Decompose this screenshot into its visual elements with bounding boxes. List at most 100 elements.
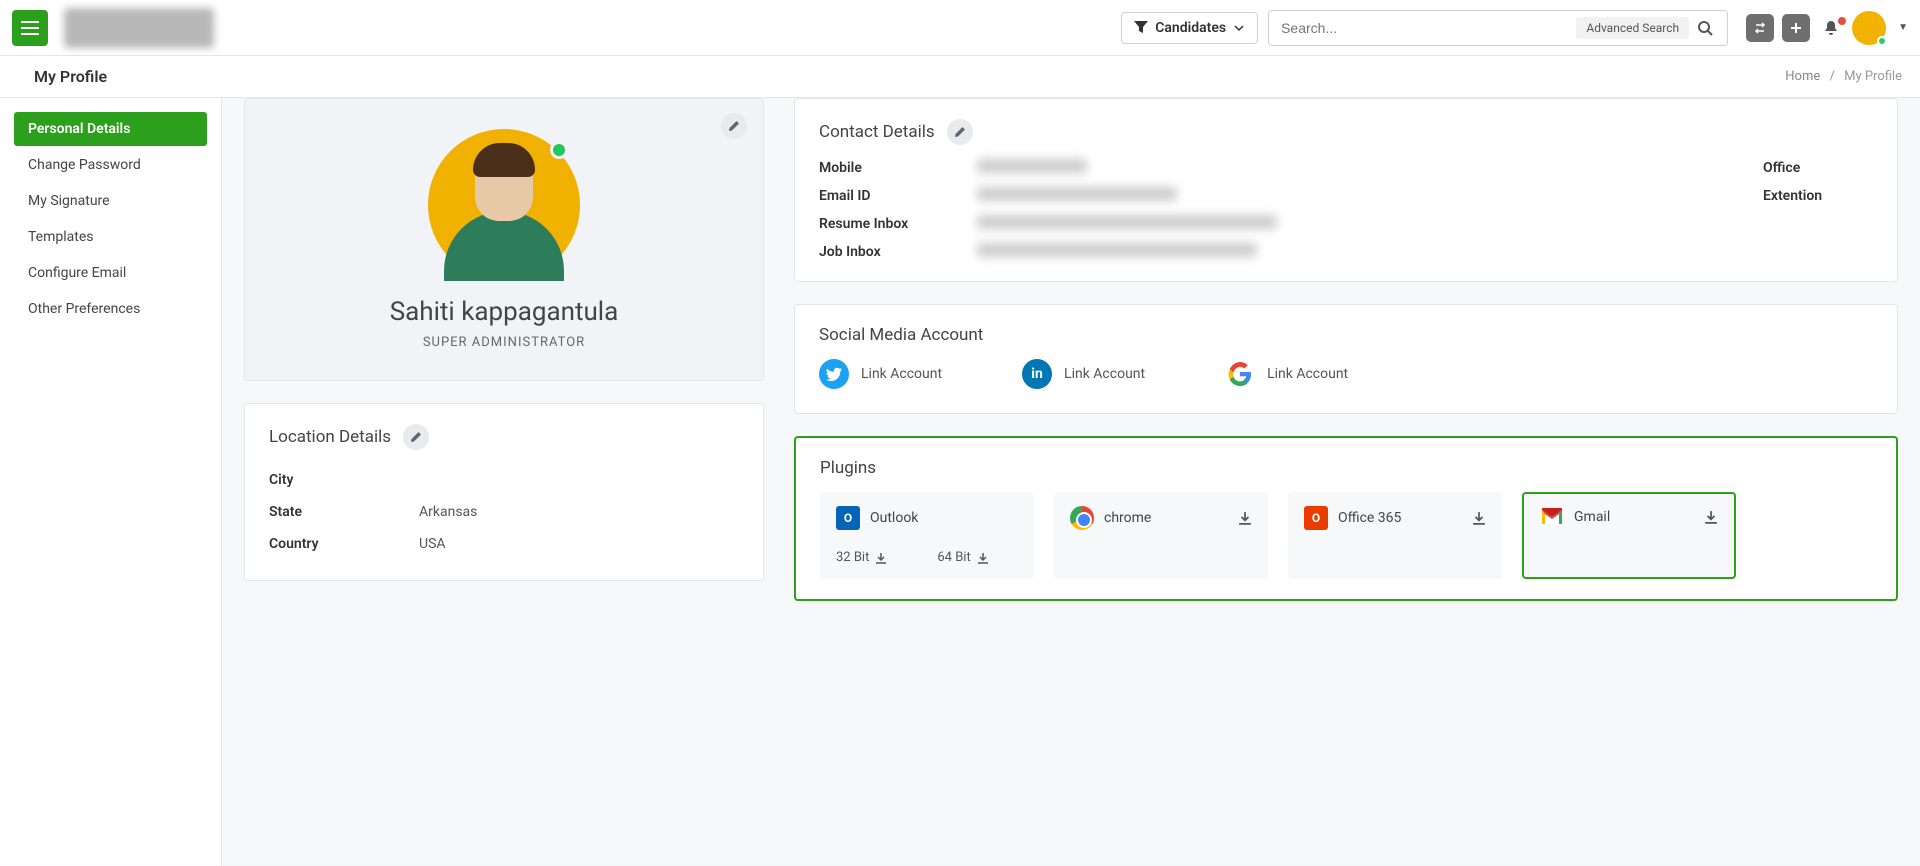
breadcrumb-home[interactable]: Home [1785, 69, 1820, 84]
ext-label: Extention [1763, 188, 1873, 204]
plugins-card: Plugins O Outlook 32 Bit 64 Bit [794, 436, 1898, 601]
profile-name: Sahiti kappagantula [265, 297, 743, 327]
user-avatar-menu[interactable] [1852, 11, 1886, 45]
notification-dot [1838, 17, 1846, 25]
menu-button[interactable] [12, 10, 48, 46]
plugin-outlook: O Outlook 32 Bit 64 Bit [820, 492, 1034, 579]
filter-label: Candidates [1155, 20, 1226, 36]
topbar-actions: ▼ [1746, 11, 1908, 45]
google-icon [1225, 359, 1255, 389]
add-button[interactable] [1782, 14, 1810, 42]
state-value: Arkansas [419, 504, 477, 520]
breadcrumb-separator: / [1830, 69, 1835, 84]
resume-inbox-value [977, 215, 1873, 233]
contact-title: Contact Details [819, 122, 935, 142]
funnel-icon [1134, 21, 1148, 35]
download-icon [875, 552, 887, 564]
breadcrumb: Home / My Profile [1785, 69, 1902, 84]
office-label: Office [1763, 160, 1873, 176]
search-input[interactable] [1281, 20, 1576, 36]
link-twitter[interactable]: Link Account [861, 366, 942, 382]
chrome-icon [1070, 506, 1094, 530]
search-box: Advanced Search [1268, 10, 1728, 46]
sidebar-item-configure-email[interactable]: Configure Email [14, 256, 207, 290]
mobile-value [977, 159, 1755, 177]
profile-avatar [428, 129, 580, 281]
resume-inbox-label: Resume Inbox [819, 216, 969, 232]
job-inbox-label: Job Inbox [819, 244, 969, 260]
right-column: Contact Details Mobile Office Email ID E… [794, 98, 1898, 623]
advanced-search-button[interactable]: Advanced Search [1576, 17, 1689, 39]
job-inbox-value [977, 243, 1873, 261]
notifications-button[interactable] [1818, 19, 1844, 37]
email-label: Email ID [819, 188, 969, 204]
sidebar-item-other-preferences[interactable]: Other Preferences [14, 292, 207, 326]
mobile-label: Mobile [819, 160, 969, 176]
status-indicator [550, 141, 568, 159]
status-indicator [1877, 36, 1887, 46]
hamburger-icon [21, 21, 39, 35]
social-google: Link Account [1225, 359, 1348, 389]
edit-contact-button[interactable] [947, 119, 973, 145]
swap-button[interactable] [1746, 14, 1774, 42]
plugins-title: Plugins [820, 458, 876, 478]
sidebar: Personal Details Change Password My Sign… [0, 98, 222, 866]
country-label: Country [269, 536, 419, 552]
country-value: USA [419, 536, 446, 552]
avatar-caret-icon[interactable]: ▼ [1898, 22, 1908, 33]
plugin-chrome-label: chrome [1104, 510, 1228, 526]
top-bar: Candidates Advanced Search ▼ [0, 0, 1920, 56]
linkedin-icon: in [1022, 359, 1052, 389]
social-card: Social Media Account Link Account in Lin… [794, 304, 1898, 414]
content: Sahiti kappagantula SUPER ADMINISTRATOR … [222, 98, 1920, 866]
plus-icon [1789, 21, 1803, 35]
contact-card: Contact Details Mobile Office Email ID E… [794, 98, 1898, 282]
download-icon [1472, 511, 1486, 525]
sub-header: My Profile Home / My Profile [0, 56, 1920, 98]
search-icon [1697, 20, 1713, 36]
download-icon [977, 552, 989, 564]
sidebar-item-templates[interactable]: Templates [14, 220, 207, 254]
page-title: My Profile [34, 67, 107, 86]
plugin-chrome: chrome [1054, 492, 1268, 579]
download-icon [1238, 511, 1252, 525]
brand-logo [64, 8, 214, 48]
office-icon: O [1304, 506, 1328, 530]
twitter-icon [819, 359, 849, 389]
chrome-download[interactable] [1238, 511, 1252, 525]
outlook-32bit-download[interactable]: 32 Bit [836, 550, 887, 565]
layout: Personal Details Change Password My Sign… [0, 98, 1920, 866]
plugin-gmail-label: Gmail [1574, 509, 1694, 525]
swap-icon [1753, 21, 1767, 35]
social-twitter: Link Account [819, 359, 942, 389]
plugin-office365-label: Office 365 [1338, 510, 1462, 526]
plugin-gmail: Gmail [1522, 492, 1736, 579]
pencil-icon [410, 431, 422, 443]
outlook-icon: O [836, 506, 860, 530]
email-value [977, 187, 1755, 205]
gmail-download[interactable] [1704, 510, 1718, 524]
pencil-icon [728, 120, 740, 132]
state-label: State [269, 504, 419, 520]
chevron-down-icon [1233, 22, 1245, 34]
gmail-icon [1540, 508, 1564, 526]
outlook-64bit-download[interactable]: 64 Bit [937, 550, 988, 565]
pencil-icon [954, 126, 966, 138]
download-icon [1704, 510, 1718, 524]
social-linkedin: in Link Account [1022, 359, 1145, 389]
sidebar-item-my-signature[interactable]: My Signature [14, 184, 207, 218]
social-title: Social Media Account [819, 325, 983, 345]
sidebar-item-change-password[interactable]: Change Password [14, 148, 207, 182]
edit-profile-button[interactable] [721, 113, 747, 139]
profile-role: SUPER ADMINISTRATOR [265, 335, 743, 350]
edit-location-button[interactable] [403, 424, 429, 450]
search-filter-dropdown[interactable]: Candidates [1121, 12, 1258, 44]
link-google[interactable]: Link Account [1267, 366, 1348, 382]
search-button[interactable] [1689, 20, 1721, 36]
link-linkedin[interactable]: Link Account [1064, 366, 1145, 382]
breadcrumb-current: My Profile [1844, 69, 1902, 84]
sidebar-item-personal-details[interactable]: Personal Details [14, 112, 207, 146]
office365-download[interactable] [1472, 511, 1486, 525]
location-card: Location Details City State Arkansas [244, 403, 764, 581]
left-column: Sahiti kappagantula SUPER ADMINISTRATOR … [244, 98, 764, 603]
